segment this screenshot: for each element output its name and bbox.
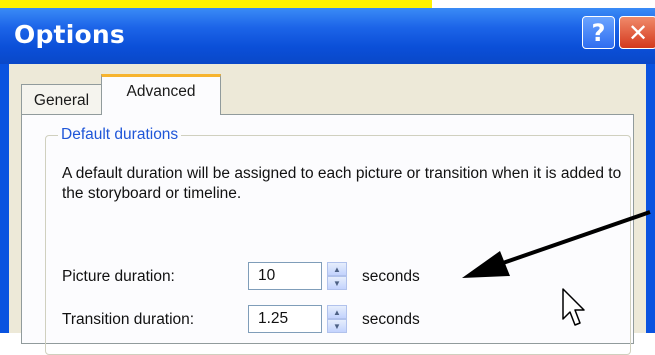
spin-up-icon[interactable]: ▲ [327,262,347,276]
dialog-client-area: General Advanced Default durations A def… [9,64,646,355]
transition-duration-label: Transition duration: [62,311,195,328]
transition-duration-units: seconds [362,311,420,328]
close-icon: ✕ [627,18,649,47]
group-title: Default durations [58,126,182,144]
tab-advanced-label: Advanced [126,83,196,100]
tab-general[interactable]: General [21,84,102,114]
spin-down-icon[interactable]: ▼ [327,276,347,290]
picture-duration-label: Picture duration: [62,268,175,285]
spin-up-icon[interactable]: ▲ [327,305,347,319]
transition-duration-spinner[interactable]: ▲ ▼ [327,305,347,333]
window-frame-left [0,64,9,333]
spin-down-icon[interactable]: ▼ [327,319,347,333]
window-frame-right [646,64,655,333]
group-description: A default duration will be assigned to e… [62,165,622,202]
close-button[interactable]: ✕ [619,16,655,49]
help-button[interactable]: ? [582,16,615,49]
picture-duration-units: seconds [362,268,420,285]
tab-advanced[interactable]: Advanced [101,74,221,115]
window-title: Options [14,20,125,49]
picture-duration-spinner[interactable]: ▲ ▼ [327,262,347,290]
title-bar: Options ? ✕ [0,8,655,64]
picture-duration-input[interactable]: 10 [248,262,322,290]
tab-general-label: General [33,92,90,109]
advanced-tab-panel: Default durations A default duration wil… [21,114,634,355]
options-dialog: Options ? ✕ General Advanced Default dur… [0,8,655,355]
transition-duration-input[interactable]: 1.25 [248,305,322,333]
help-icon: ? [591,18,606,47]
